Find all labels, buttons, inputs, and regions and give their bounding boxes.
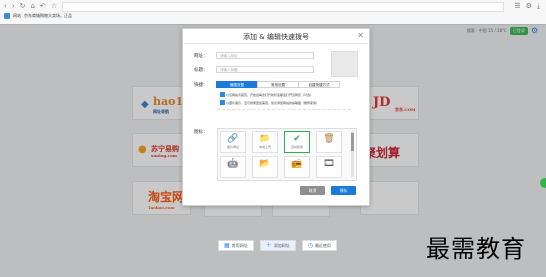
undo-icon[interactable]: ↶ — [40, 2, 46, 11]
watermark: 最需教育 — [426, 235, 526, 263]
home-icon[interactable]: ⌂ — [31, 2, 35, 11]
plus-icon: ＋ — [265, 242, 272, 249]
back-icon[interactable]: ‹ — [4, 2, 7, 11]
bookmark-bar: 网站 京东商城购物大卖场，正品 — [4, 13, 72, 19]
icon-option-selected[interactable]: ✔ 自动抓取 — [284, 131, 310, 153]
url-label: 网址： — [194, 54, 208, 59]
tab-label: 添加网址 — [273, 242, 290, 248]
grid-icon: ▦ — [224, 242, 230, 249]
robot-icon: 🤖 — [227, 159, 239, 169]
star-icon[interactable]: ☆ — [51, 2, 57, 11]
checkbox[interactable] — [220, 92, 225, 97]
title-input[interactable]: 请输入标题 — [216, 66, 314, 73]
gear-icon[interactable]: ⚙ — [526, 2, 532, 11]
icon-caption: 自动抓取 — [290, 145, 303, 149]
option-homepage[interactable]: 以该网站为首页，开启后每次打开新标签都会打开该网页（可选） — [220, 92, 313, 97]
checkbox[interactable] — [220, 100, 225, 105]
tab-recent[interactable]: ◷ 最近使用 — [301, 240, 337, 251]
icon-option[interactable]: 🤖 — [220, 156, 246, 178]
toolbar-right: ☰ ⚙ ⤓ — [514, 2, 540, 11]
tab-add-site[interactable]: ＋ 添加网址 — [259, 240, 296, 251]
icon-caption: 图片网址 — [226, 145, 239, 149]
preview-thumbnail — [331, 51, 358, 77]
tab-label: 常用网址 — [231, 242, 248, 248]
icon-option[interactable]: 🎞 — [316, 156, 342, 178]
icon-caption: 本地上传 — [258, 145, 271, 149]
browser-toolbar: ‹ › ↻ ⌂ ↶ ☆ ⌕ ☰ ⚙ ⤓ 网站 京东商城购物大卖场，正品 — [0, 0, 546, 25]
icon-option[interactable]: 🗑 — [316, 131, 342, 153]
title-label: 标题： — [194, 68, 208, 73]
tab-screenshot[interactable]: 截图设置 — [216, 81, 258, 88]
folder-pink-icon: 📂 — [259, 159, 271, 169]
url-input[interactable]: 请输入网址 — [216, 52, 314, 59]
refresh-icon[interactable]: ↻ — [20, 2, 26, 11]
option-text: 以该网站为首页，开启后每次打开新标签都会打开该网页（可选） — [226, 92, 314, 97]
tab-common-sites[interactable]: ▦ 常用网址 — [218, 240, 254, 251]
check-icon: ✔ — [293, 134, 301, 144]
save-button[interactable]: 保存 — [331, 186, 356, 195]
divider — [217, 109, 351, 110]
menu-icon[interactable]: ☰ — [514, 2, 520, 11]
icon-label: 图标： — [194, 130, 208, 135]
shortcut-label: 快捷： — [194, 83, 208, 88]
icon-option[interactable]: 🔗 图片网址 — [220, 131, 246, 153]
tab-common[interactable]: 常用设置 — [257, 81, 299, 88]
download-icon[interactable]: ⤓ — [537, 2, 540, 11]
trash-icon: 🗑 — [323, 134, 335, 144]
bookmark-item[interactable]: 网站 — [13, 13, 21, 19]
shortcut-tabs: 截图设置 常用设置 自建快捷方式 — [216, 81, 340, 88]
cancel-button[interactable]: 取消 — [300, 186, 325, 195]
side-float-button[interactable] — [540, 178, 546, 188]
link-icon: 🔗 — [227, 134, 239, 144]
tab-label: 最近使用 — [314, 242, 331, 248]
film-icon: 🎞 — [323, 159, 335, 169]
bookmark-item[interactable]: 京东商城购物大卖场，正品 — [24, 13, 72, 19]
icon-option[interactable]: 📂 — [252, 156, 278, 178]
option-image[interactable]: 以图片展示，显示效果更加美观，建议添加网站的缩略图（推荐使用） — [220, 100, 319, 105]
icon-option[interactable]: 📁 本地上传 — [252, 131, 278, 153]
bookmark-icon — [4, 13, 10, 19]
icon-option[interactable]: 📻 — [284, 156, 310, 178]
scrollbar-thumb[interactable] — [351, 133, 354, 151]
forward-icon[interactable]: › — [12, 2, 15, 11]
radio-icon: 📻 — [291, 159, 303, 169]
clock-icon: ◷ — [307, 242, 313, 249]
option-text: 以图片展示，显示效果更加美观，建议添加网站的缩略图（推荐使用） — [226, 100, 320, 105]
address-bar[interactable] — [62, 2, 504, 12]
close-icon[interactable]: ✕ — [357, 32, 364, 40]
icon-grid: 🔗 图片网址 📁 本地上传 ✔ 自动抓取 🗑 🤖 📂 📻 🎞 — [217, 128, 357, 181]
folder-icon: 📁 — [259, 134, 271, 144]
bottom-tabs: ▦ 常用网址 ＋ 添加网址 ◷ 最近使用 — [218, 240, 337, 251]
dialog-title: 添加 & 编辑快速拨号 — [243, 33, 309, 41]
tab-custom[interactable]: 自建快捷方式 — [298, 81, 340, 88]
nav-controls: ‹ › ↻ ⌂ ↶ ☆ ⌕ — [4, 2, 66, 11]
speed-dial-dialog: 添加 & 编辑快速拨号 ✕ 网址： 请输入网址 标题： 请输入标题 快捷： 截图… — [182, 28, 370, 206]
divider — [183, 43, 369, 44]
